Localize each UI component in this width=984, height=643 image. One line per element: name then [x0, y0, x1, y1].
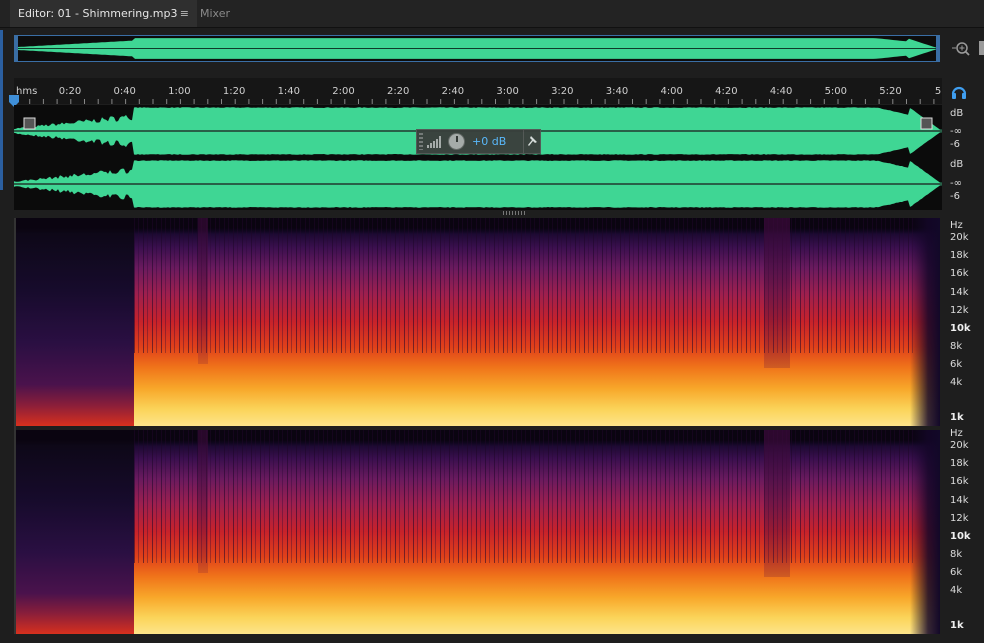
tab-bar: Editor: 01 - Shimmering.mp3 ≡ Mixer	[0, 0, 984, 28]
frequency-label: 10k	[950, 530, 971, 542]
panel-handle[interactable]	[979, 41, 984, 55]
frequency-label: 12k	[950, 304, 969, 316]
spectrogram-channel-1[interactable]	[16, 218, 940, 426]
overview-navigator[interactable]	[14, 35, 940, 62]
headphones-icon[interactable]	[950, 84, 968, 100]
frequency-label: 1k	[950, 620, 964, 631]
frequency-label: 6k	[950, 359, 963, 371]
panel-divider-grip[interactable]	[503, 211, 525, 215]
frequency-label: 20k	[950, 440, 969, 451]
frequency-label: 4k	[950, 585, 963, 597]
time-ruler[interactable]: hms 0:20 0:40 1:00 1:20 1:40 2:00 2:20 2:40 3:00…	[14, 78, 942, 104]
gain-hud[interactable]: +0 dB	[416, 129, 541, 154]
frequency-label: 6k	[950, 567, 963, 579]
zoom-selection-icon[interactable]	[951, 40, 971, 58]
tab-mixer[interactable]: Mixer	[192, 0, 268, 27]
frequency-label: 10k	[950, 322, 971, 334]
overview-waveform	[15, 36, 939, 61]
frequency-label: 8k	[950, 549, 963, 561]
gain-value[interactable]: +0 dB	[472, 135, 506, 148]
pin-icon[interactable]	[523, 130, 542, 153]
playhead-icon[interactable]	[9, 92, 19, 107]
tab-mixer-label: Mixer	[200, 7, 231, 20]
frequency-unit: Hz	[950, 220, 963, 231]
frequency-label: 16k	[950, 476, 969, 488]
frequency-label: 14k	[950, 494, 969, 506]
waveform-display[interactable]	[14, 105, 942, 210]
tab-editor-label: Editor: 01 - Shimmering.mp3	[18, 7, 178, 20]
stereo-waveform	[14, 107, 942, 208]
ch1-db-unit: dB	[950, 108, 964, 119]
frequency-label: 1k	[950, 412, 964, 423]
frequency-label: 20k	[950, 232, 969, 243]
tab-editor[interactable]: Editor: 01 - Shimmering.mp3 ≡	[10, 0, 197, 27]
ch2-db-inf: -∞	[950, 178, 962, 189]
frequency-label: 18k	[950, 458, 969, 470]
frequency-label: 18k	[950, 250, 969, 262]
ch1-db-inf: -∞	[950, 126, 962, 137]
frequency-label: 14k	[950, 286, 969, 298]
ch2-db-unit: dB	[950, 159, 964, 170]
tab-menu-icon[interactable]: ≡	[180, 0, 189, 27]
frequency-label: 12k	[950, 512, 969, 524]
frequency-label: 4k	[950, 377, 963, 389]
ch1-db-minus6: -6	[950, 139, 960, 150]
spectrogram-channel-2[interactable]	[16, 430, 940, 634]
frequency-label: 8k	[950, 341, 963, 353]
gain-knob[interactable]	[448, 133, 465, 150]
ruler-minor-ticks	[15, 99, 935, 104]
frequency-label: 16k	[950, 268, 969, 280]
ch2-db-minus6: -6	[950, 191, 960, 202]
hud-grip[interactable]	[419, 133, 423, 150]
left-panel-edge	[0, 30, 3, 190]
level-bars-icon	[427, 136, 441, 148]
frequency-unit: Hz	[950, 428, 963, 439]
